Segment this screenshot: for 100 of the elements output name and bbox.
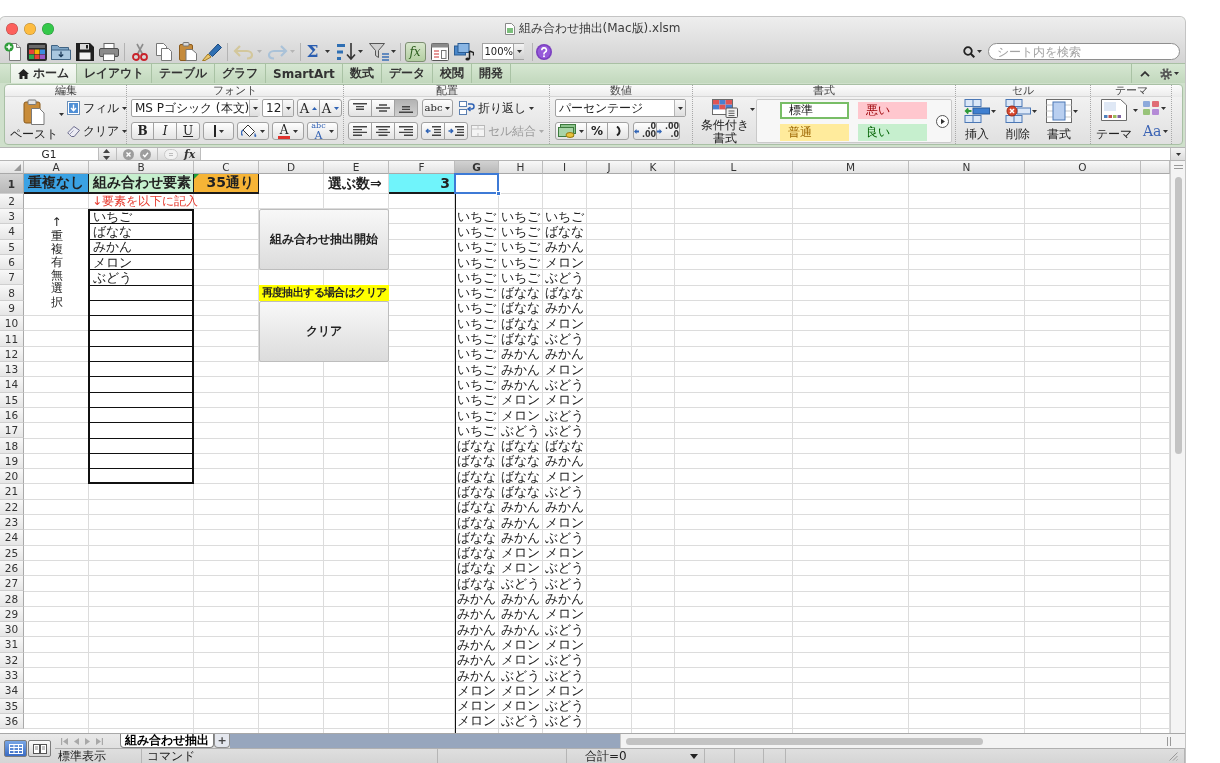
caret-icon[interactable] <box>579 129 584 133</box>
eraser-icon[interactable] <box>67 125 80 137</box>
row-header[interactable]: 28 <box>0 591 24 607</box>
wrap-text-icon[interactable] <box>459 101 475 115</box>
align-right-button[interactable] <box>394 122 418 140</box>
row-header[interactable]: 4 <box>0 224 24 240</box>
row-header[interactable]: 24 <box>0 530 24 546</box>
copy-icon[interactable] <box>156 42 172 61</box>
arrow-right-icon[interactable] <box>656 128 662 134</box>
orientation-button[interactable]: abc <box>422 99 453 117</box>
font-color-button[interactable]: A <box>272 122 304 140</box>
home-icon[interactable] <box>18 68 29 79</box>
row-header[interactable]: 2 <box>0 194 24 209</box>
format-cells-button[interactable]: 書式 <box>1046 99 1072 140</box>
caret-icon[interactable] <box>59 113 64 116</box>
page-layout-view-button[interactable] <box>28 740 51 757</box>
grow-font-button[interactable]: A <box>297 99 320 117</box>
row-header[interactable]: 20 <box>0 469 24 485</box>
tiles-grid-icon[interactable] <box>27 42 47 61</box>
row-header[interactable]: 1 <box>0 174 24 194</box>
column-header[interactable]: I <box>543 161 587 174</box>
arrow-left-icon[interactable] <box>633 128 639 134</box>
row-header[interactable]: 31 <box>0 637 24 653</box>
column-header[interactable]: O <box>1025 161 1141 174</box>
column-header[interactable]: E <box>324 161 389 174</box>
new-document-icon[interactable] <box>4 41 22 62</box>
fill-handle[interactable] <box>496 191 501 196</box>
row-header[interactable]: 8 <box>0 285 24 301</box>
help-icon[interactable] <box>536 43 552 60</box>
comma-style-button[interactable] <box>607 122 629 140</box>
select-all-button[interactable] <box>0 161 24 174</box>
row-header[interactable]: 34 <box>0 683 24 699</box>
search-field[interactable]: シート内を検索 <box>988 43 1180 60</box>
border-button[interactable] <box>203 122 234 140</box>
accounting-format-button[interactable] <box>555 122 587 140</box>
pages-icon[interactable] <box>32 743 47 754</box>
ribbon-tab[interactable]: テーブル <box>152 64 215 83</box>
row-header[interactable]: 21 <box>0 484 24 500</box>
decrease-decimal-button[interactable]: .00 .0 <box>656 122 680 140</box>
row-header[interactable]: 11 <box>0 331 24 347</box>
check-icon[interactable] <box>140 148 151 160</box>
align-bottom-button[interactable] <box>394 99 418 117</box>
font-name-select[interactable]: MS Pゴシック (本文) <box>131 99 259 117</box>
ribbon-tab[interactable]: グラフ <box>215 64 266 83</box>
cell-style-button[interactable]: 標準 <box>780 101 849 119</box>
scrollbar-thumb[interactable] <box>626 737 983 745</box>
cell-style-button[interactable]: 良い <box>858 123 927 141</box>
caret-icon[interactable] <box>260 129 265 133</box>
indent-icon[interactable] <box>448 126 464 136</box>
save-icon[interactable] <box>76 42 94 61</box>
ribbon-tab[interactable]: データ <box>381 64 433 83</box>
outdent-icon[interactable] <box>425 126 441 136</box>
number-format-select[interactable]: パーセンテージ <box>555 99 686 117</box>
autosum-button[interactable]: Σ <box>306 43 319 60</box>
caret-icon[interactable] <box>324 50 330 53</box>
align-right-icon[interactable] <box>399 126 413 136</box>
cell-style-button[interactable]: 悪い <box>858 101 927 119</box>
row-header[interactable]: 3 <box>0 209 24 225</box>
align-middle-button[interactable] <box>371 99 395 117</box>
align-middle-icon[interactable] <box>376 103 390 113</box>
media-icon[interactable] <box>453 42 474 61</box>
print-icon[interactable] <box>99 42 119 61</box>
conditional-formatting-button[interactable]: 条件付き 書式 <box>701 99 749 144</box>
caret-icon[interactable] <box>122 129 127 133</box>
expand-formula-button[interactable] <box>1170 148 1185 160</box>
color-swatches-icon[interactable] <box>1143 101 1159 115</box>
font-size-select[interactable]: 12 <box>262 99 294 117</box>
caret-icon[interactable] <box>445 106 451 110</box>
paint-bucket-icon[interactable] <box>241 124 257 138</box>
triangle-up-icon[interactable] <box>312 106 318 110</box>
column-header[interactable]: F <box>389 161 455 174</box>
sort-icon[interactable] <box>336 41 356 62</box>
ribbon-tab[interactable]: 校閲 <box>432 64 472 83</box>
panel-icon[interactable] <box>430 42 449 61</box>
column-header[interactable]: L <box>675 161 793 174</box>
banknote-icon[interactable] <box>558 124 576 138</box>
split-handle-icon[interactable] <box>1167 736 1171 746</box>
sheet-tab[interactable]: 組み合わせ抽出 <box>120 734 214 748</box>
open-folder-icon[interactable] <box>51 43 71 60</box>
caret-icon[interactable] <box>1073 110 1078 113</box>
clear-button[interactable]: クリア <box>67 122 119 140</box>
caret-icon[interactable] <box>122 106 127 110</box>
align-top-button[interactable] <box>348 99 372 117</box>
grid-icon[interactable] <box>8 743 23 754</box>
settings-icon[interactable] <box>1159 67 1172 80</box>
caret-icon[interactable] <box>690 753 698 759</box>
column-header[interactable]: H <box>499 161 543 174</box>
zoom-select[interactable]: 100% <box>481 43 524 60</box>
caret-icon[interactable] <box>1173 72 1179 75</box>
filter-icon[interactable] <box>368 42 389 61</box>
paintbrush-icon[interactable] <box>202 42 222 61</box>
border-icon[interactable] <box>213 125 216 137</box>
row-header[interactable]: 27 <box>0 576 24 592</box>
ribbon-tab[interactable]: 開発 <box>471 64 511 83</box>
close-button[interactable] <box>6 22 18 35</box>
cell-style-button[interactable]: 普通 <box>780 123 849 141</box>
align-center-button[interactable] <box>371 122 395 140</box>
comma-icon[interactable] <box>615 126 621 136</box>
paste-button[interactable]: ペースト <box>10 99 58 140</box>
fill-button[interactable]: フィル <box>67 99 119 117</box>
